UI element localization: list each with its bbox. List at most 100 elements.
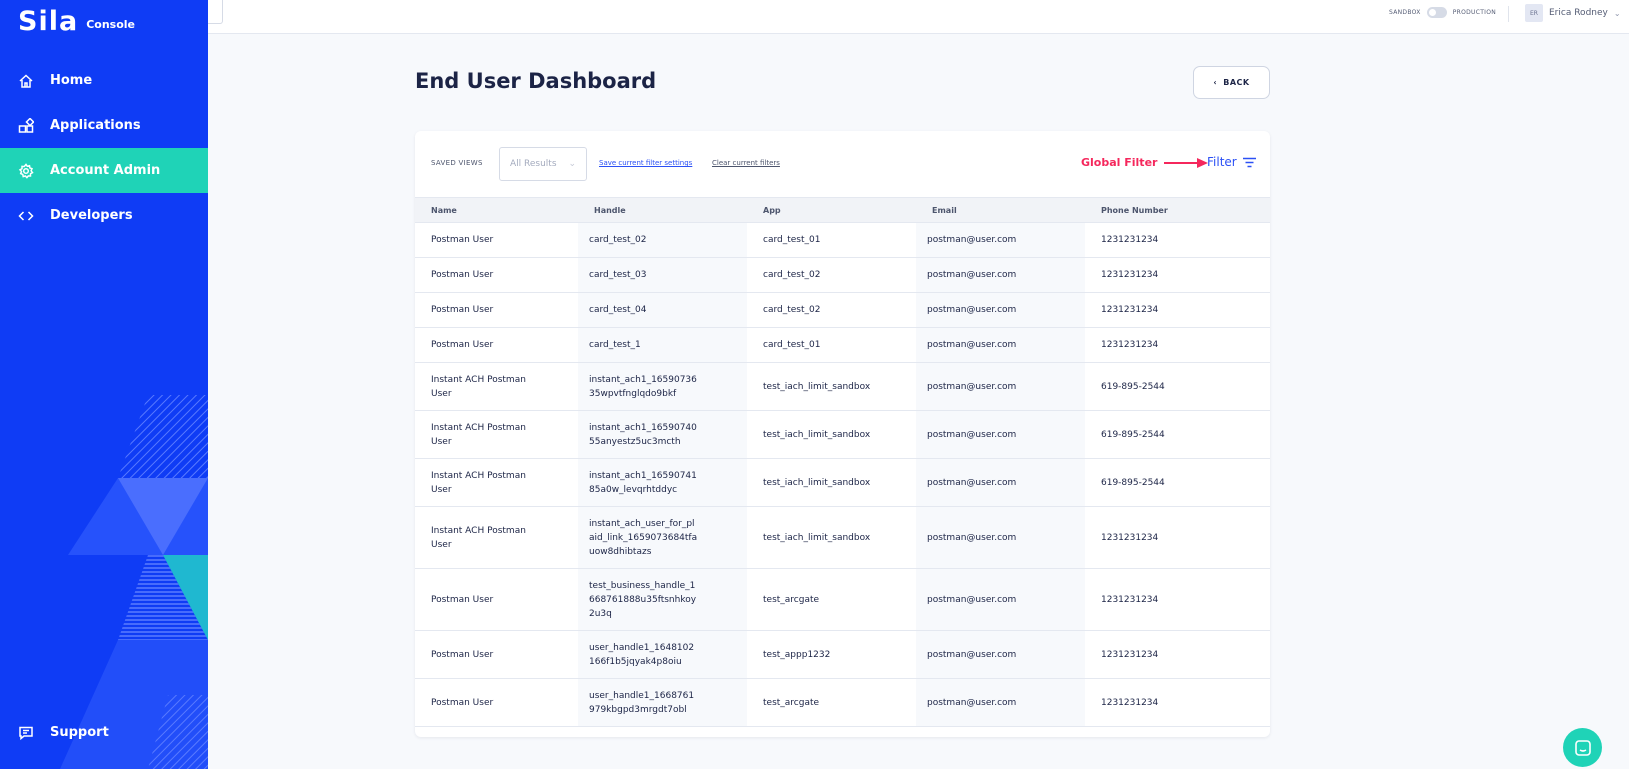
cell-handle: card_test_1: [578, 327, 747, 363]
cell-app: test_iach_limit_sandbox: [747, 506, 916, 569]
cell-phone-text: 1231231234: [1101, 235, 1159, 245]
table-row[interactable]: Postman User user_handle1_1668761979kbgpd…: [415, 678, 1270, 727]
column-header-phone[interactable]: Phone Number: [1085, 197, 1270, 223]
table-row[interactable]: Instant ACH Postman User instant_ach1_165…: [415, 458, 1270, 507]
sidebar-item-label: Home: [50, 73, 93, 88]
sidebar-item-applications[interactable]: Applications: [0, 103, 208, 148]
column-header-name[interactable]: Name: [415, 197, 578, 223]
table-row[interactable]: Instant ACH Postman User instant_ach1_165…: [415, 410, 1270, 459]
back-button[interactable]: ‹ BACK: [1193, 66, 1270, 99]
cell-name: Instant ACH Postman User: [415, 362, 578, 411]
sidebar-item-account-admin[interactable]: Account Admin: [0, 148, 208, 193]
user-name: Erica Rodney: [1549, 8, 1608, 18]
cell-phone: 1231231234: [1085, 292, 1270, 328]
cell-email-text: postman@user.com: [927, 477, 1017, 488]
cell-phone: 1231231234: [1085, 506, 1270, 569]
chevron-down-icon: ⌄: [568, 159, 576, 169]
cell-app-text: test_appp1232: [763, 649, 831, 660]
chat-widget-button[interactable]: [1563, 728, 1602, 767]
sidebar-support[interactable]: Support: [0, 710, 208, 755]
cell-email-text: postman@user.com: [927, 594, 1017, 605]
cell-handle: test_business_handle_1668761888u35ftsnhk…: [578, 568, 747, 631]
cell-handle-text: card_test_04: [589, 305, 647, 315]
cell-handle: user_handle1_1648102166f1b5jqyak4p8oiu: [578, 630, 747, 679]
table-row[interactable]: Instant ACH Postman User instant_ach_user…: [415, 506, 1270, 569]
saved-views-value: All Results: [510, 159, 557, 169]
cell-email-text: postman@user.com: [927, 429, 1017, 440]
arrow-right-icon: [1164, 157, 1209, 168]
cell-phone: 619-895-2544: [1085, 410, 1270, 459]
cell-name: Postman User: [415, 292, 578, 328]
cell-handle-text: instant_ach1_1659074055anyestz5uc3mcth: [589, 422, 697, 447]
cell-handle: instant_ach_user_for_plaid_link_16590736…: [578, 506, 747, 569]
logo-subtitle: Console: [86, 18, 135, 31]
cell-app: card_test_02: [747, 292, 916, 328]
cell-app-text: test_iach_limit_sandbox: [763, 429, 871, 440]
end-user-table: Name Handle App Email Phone Number Postm…: [415, 197, 1270, 727]
cell-handle-text: card_test_02: [589, 235, 647, 245]
cell-email: postman@user.com: [916, 222, 1085, 258]
cell-app: card_test_02: [747, 257, 916, 293]
cell-phone: 1231231234: [1085, 678, 1270, 727]
sidebar-item-home[interactable]: Home: [0, 58, 208, 103]
global-filter-label: Global Filter: [1081, 156, 1158, 169]
cell-phone: 1231231234: [1085, 630, 1270, 679]
clear-filters-link[interactable]: Clear current filters: [712, 159, 780, 167]
table-row[interactable]: Postman User card_test_1 card_test_01 postm…: [415, 327, 1270, 363]
sidebar-item-label: Developers: [50, 208, 133, 223]
cell-phone-text: 1231231234: [1101, 697, 1159, 708]
cell-email: postman@user.com: [916, 568, 1085, 631]
cell-email-text: postman@user.com: [927, 340, 1017, 350]
cell-name: Postman User: [415, 327, 578, 363]
avatar: ER: [1525, 4, 1543, 22]
logo[interactable]: Sila Console: [18, 6, 135, 37]
cell-app-text: test_arcgate: [763, 594, 820, 605]
column-header-app[interactable]: App: [747, 197, 916, 223]
cell-phone-text: 619-895-2544: [1101, 381, 1165, 392]
code-icon: [18, 208, 34, 224]
cell-name-text: Instant ACH Postman User: [431, 374, 526, 399]
page-title: End User Dashboard: [415, 69, 657, 93]
cell-email-text: postman@user.com: [927, 381, 1017, 392]
filter-button[interactable]: Filter: [1207, 155, 1256, 169]
sidebar-item-developers[interactable]: Developers: [0, 193, 208, 238]
cell-handle-text: instant_ach1_1659073635wpvtfnglqdo9bkf: [589, 374, 697, 399]
cell-phone: 1231231234: [1085, 222, 1270, 258]
cell-email-text: postman@user.com: [927, 235, 1017, 245]
cell-phone-text: 1231231234: [1101, 532, 1159, 543]
cell-email: postman@user.com: [916, 327, 1085, 363]
column-header-email[interactable]: Email: [916, 197, 1085, 223]
cell-phone-text: 1231231234: [1101, 340, 1159, 350]
env-sandbox-label: SANDBOX: [1389, 9, 1421, 16]
global-filter-annotation: Global Filter: [1081, 156, 1209, 169]
table-row[interactable]: Postman User test_business_handle_1668761…: [415, 568, 1270, 631]
table-row[interactable]: Postman User card_test_04 card_test_02 post…: [415, 292, 1270, 328]
table-row[interactable]: Postman User user_handle1_1648102166f1b5j…: [415, 630, 1270, 679]
sidebar-collapse-tab[interactable]: [208, 0, 223, 24]
cell-handle-text: card_test_1: [589, 340, 641, 350]
environment-switch[interactable]: SANDBOX PRODUCTION: [1389, 7, 1496, 18]
table-row[interactable]: Instant ACH Postman User instant_ach1_165…: [415, 362, 1270, 411]
environment-toggle[interactable]: [1426, 7, 1447, 18]
table-row[interactable]: Postman User card_test_02 card_test_01 post…: [415, 222, 1270, 258]
save-filter-settings-link[interactable]: Save current filter settings: [599, 159, 692, 167]
table-header-row: Name Handle App Email Phone Number: [415, 197, 1270, 223]
cell-handle-text: instant_ach_user_for_plaid_link_16590736…: [589, 518, 698, 557]
saved-views-label: SAVED VIEWS: [431, 159, 483, 167]
cell-email-text: postman@user.com: [927, 697, 1017, 708]
cell-email: postman@user.com: [916, 292, 1085, 328]
cell-app-text: test_iach_limit_sandbox: [763, 381, 871, 392]
sidebar-item-label: Applications: [50, 118, 141, 133]
column-header-handle[interactable]: Handle: [578, 197, 747, 223]
cell-email-text: postman@user.com: [927, 270, 1017, 280]
cell-name: Instant ACH Postman User: [415, 506, 578, 569]
cell-name-text: Postman User: [431, 697, 494, 708]
table-row[interactable]: Postman User card_test_03 card_test_02 post…: [415, 257, 1270, 293]
sidebar-item-support[interactable]: Support: [0, 710, 208, 755]
saved-views-select[interactable]: All Results ⌄: [499, 147, 587, 181]
cell-app: test_appp1232: [747, 630, 916, 679]
sidebar-item-label: Account Admin: [50, 163, 161, 178]
user-menu[interactable]: ER Erica Rodney ⌄: [1525, 4, 1621, 22]
cell-email-text: postman@user.com: [927, 649, 1017, 660]
home-icon: [18, 73, 34, 89]
